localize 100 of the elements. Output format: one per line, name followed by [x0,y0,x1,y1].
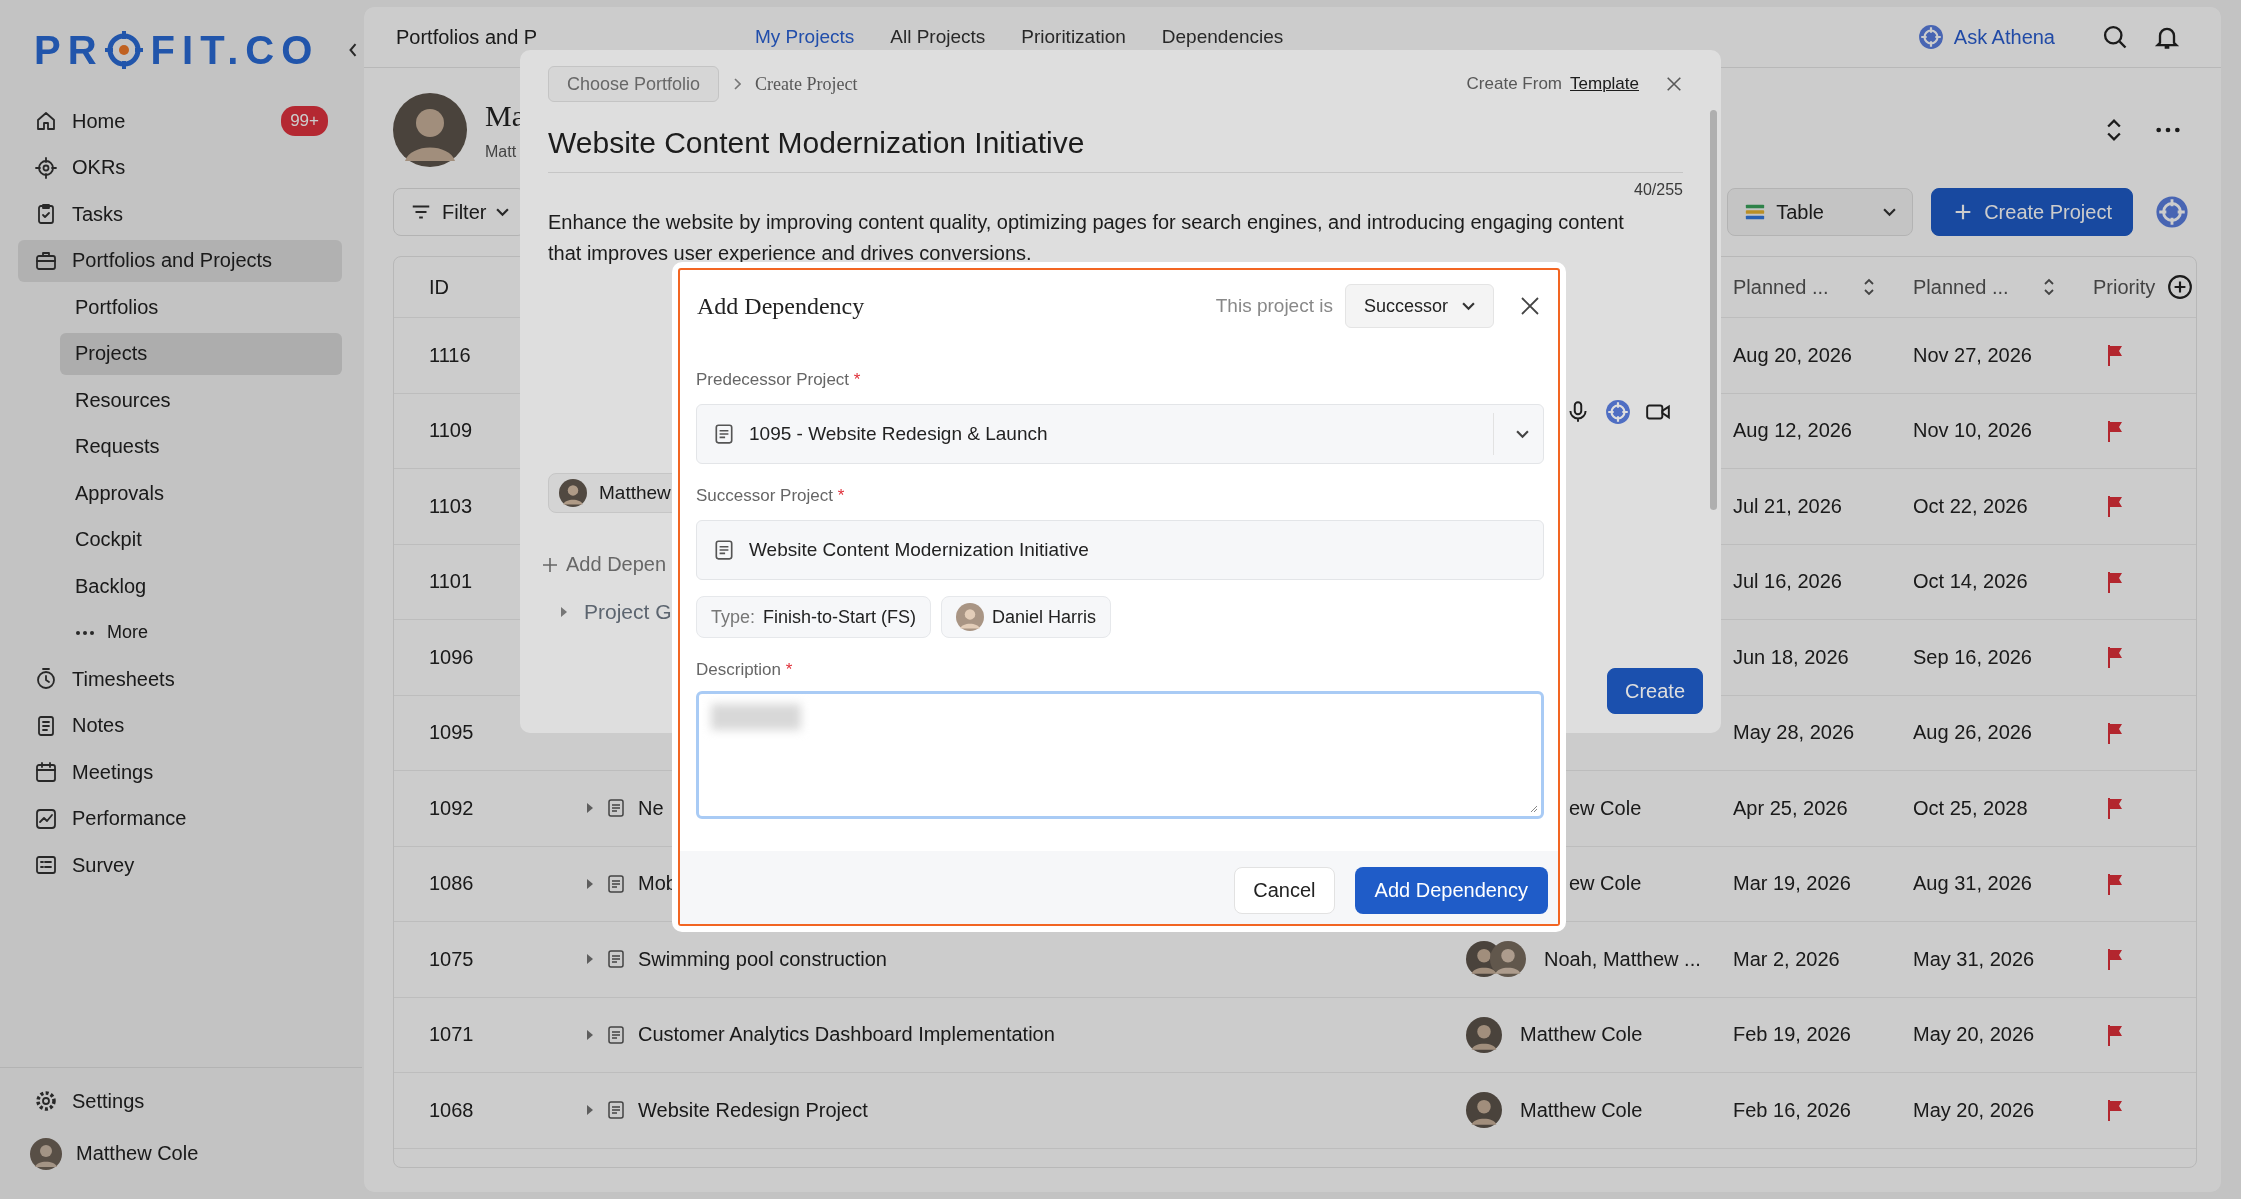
section-toggle[interactable]: Project G [548,600,672,624]
nav-item[interactable]: OKRs [18,146,342,189]
nav-item[interactable]: Cockpit [60,518,342,561]
nav-tab[interactable]: Prioritization [1021,26,1126,48]
flag-icon[interactable] [2105,796,2125,821]
nav-item[interactable]: Requests [60,425,342,468]
expand-caret-icon[interactable] [586,1105,594,1116]
table-cell: 1068 [429,1098,474,1122]
choose-portfolio-button[interactable]: Choose Portfolio [548,66,720,102]
add-column-icon[interactable] [2167,274,2194,300]
character-counter: 40/255 [1634,181,1683,199]
table-cell: Jun 18, 2026 [1733,645,1849,669]
flag-icon[interactable] [2105,871,2125,896]
create-button[interactable]: Create [1606,668,1703,714]
flag-icon[interactable] [2105,494,2125,519]
nav-item[interactable]: Backlog [60,565,342,607]
nav-tab[interactable]: All Projects [890,26,986,48]
table-cell: 1071 [429,1023,474,1047]
nav-item[interactable]: Settings [18,1080,342,1122]
project-name[interactable]: Customer Analytics Dashboard Implementation [638,1023,1055,1047]
table-cell: Oct 22, 2026 [1913,494,2028,518]
flag-icon[interactable] [2105,1022,2125,1047]
expand-caret-icon[interactable] [586,878,594,889]
nav-item[interactable]: Meetings [18,751,342,793]
view-dropdown[interactable]: Table [1727,188,1914,236]
predecessor-dropdown[interactable]: 1095 - Website Redesign & Launch [696,404,1544,464]
flag-icon[interactable] [2105,645,2125,670]
description-field[interactable] [696,691,1544,819]
flag-icon[interactable] [2105,418,2125,443]
nav-item[interactable]: Timesheets [18,658,342,700]
close-icon[interactable] [1665,75,1683,93]
table-cell: 1092 [429,796,474,820]
add-dependency-link[interactable]: Add Depen [542,553,667,576]
table-cell: Mar 2, 2026 [1733,947,1840,971]
column-header[interactable]: Planned ... [1733,275,1829,299]
flag-icon[interactable] [2105,720,2125,745]
project-title-field[interactable]: Website Content Modernization Initiative [548,126,1683,173]
flag-icon[interactable] [2105,1098,2125,1123]
project-name[interactable]: Ne [638,796,664,820]
resize-handle-icon[interactable] [1528,803,1538,813]
sort-icon[interactable] [2042,278,2055,296]
nav-item[interactable]: Projects [60,332,342,375]
close-icon[interactable] [1520,296,1540,316]
owner-name: Matthew Cole [1520,1023,1643,1047]
nav-item[interactable]: Performance [18,797,342,840]
table-cell: 1103 [429,494,472,518]
assistant-button[interactable]: Ask Athena [1917,24,2055,50]
nav-item[interactable]: Home 99+ [18,100,342,142]
logo-text: PR [34,27,104,73]
template-link[interactable]: Template [1570,74,1639,94]
document-icon [713,539,735,561]
expand-caret-icon[interactable] [586,954,594,965]
nav-item[interactable]: Tasks [18,193,342,235]
column-header[interactable]: Planned ... [1913,275,2009,299]
cancel-button[interactable]: Cancel [1234,867,1335,914]
nav-item[interactable]: Survey [18,844,342,886]
table-cell: Aug 12, 2026 [1733,419,1852,443]
create-project-button[interactable]: Create Project [1931,188,2133,236]
chevron-down-icon [496,207,510,217]
project-name[interactable]: Website Redesign Project [638,1098,868,1122]
nav-item[interactable]: Resources [60,379,342,421]
search-icon[interactable] [2101,23,2129,51]
table-cell: 1116 [429,343,471,367]
role-dropdown[interactable]: Successor [1344,284,1494,328]
sort-icon[interactable] [1862,278,1875,296]
owner-chip[interactable]: Daniel Harris [941,596,1112,638]
nav-tab[interactable]: Dependencies [1161,26,1284,48]
owner-name: Noah, Matthew ... [1544,947,1701,971]
nav-item[interactable]: Portfolios [60,286,342,328]
plus-icon [542,556,558,573]
crosshair-icon[interactable] [1605,399,1631,425]
flag-icon[interactable] [2105,947,2125,972]
table-cell: 1096 [429,645,474,669]
flag-icon[interactable] [2105,343,2125,368]
successor-field[interactable]: Website Content Modernization Initiative [696,520,1544,580]
nav-item[interactable]: Approvals [60,472,342,514]
breadcrumb[interactable]: Portfolios and P [396,25,755,49]
chevron-down-icon [1883,207,1897,217]
nav-item[interactable]: Portfolios and Projects [18,239,342,282]
collapse-icon[interactable] [348,41,358,59]
expand-caret-icon[interactable] [586,1029,594,1040]
nav-item[interactable]: Notes [18,704,342,747]
table-cell: Feb 16, 2026 [1733,1098,1851,1122]
settings-icon [34,1089,58,1113]
expand-caret-icon[interactable] [586,803,594,814]
table-cell: 1101 [429,570,472,594]
nav-tab[interactable]: My Projects [755,26,855,48]
crosshair-icon[interactable] [2155,195,2189,229]
project-name[interactable]: Swimming pool construction [638,947,887,971]
table-cell: 1095 [429,721,474,745]
nav-item[interactable]: More [60,611,342,654]
dependency-type-chip[interactable]: Type: Finish-to-Start (FS) [696,596,932,638]
document-icon [606,1100,626,1121]
add-dependency-button[interactable]: Add Dependency [1354,867,1548,914]
scrollbar[interactable] [1710,110,1717,510]
chevron-down-icon [1462,301,1475,311]
table-cell: Nov 10, 2026 [1913,419,2032,443]
nav-item[interactable]: Matthew Cole [18,1132,342,1175]
flag-icon[interactable] [2105,569,2125,594]
page-subtitle: Matt [485,143,518,161]
